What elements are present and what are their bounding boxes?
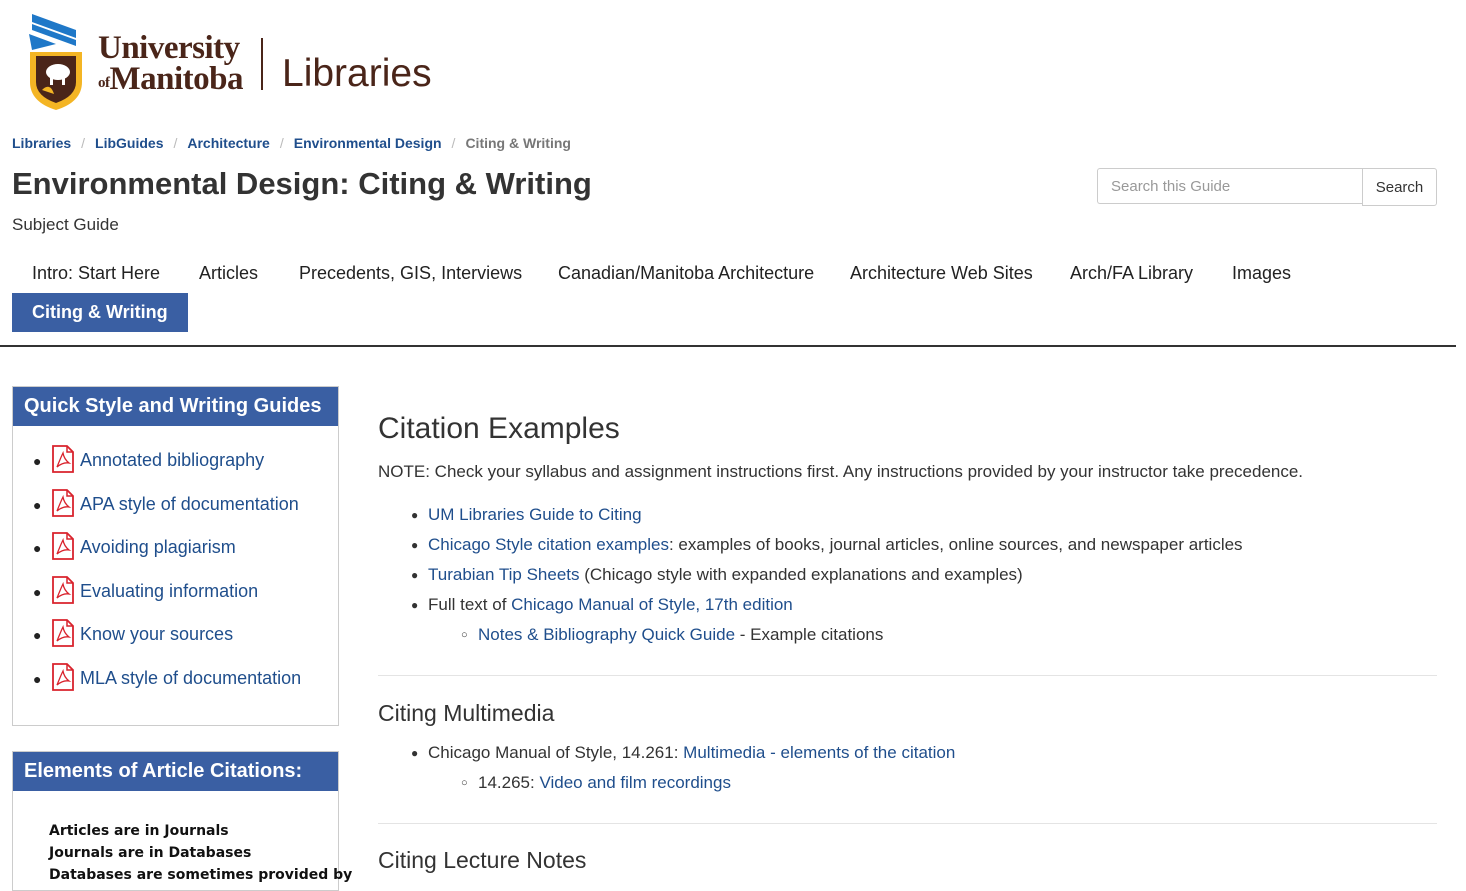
of-word: of <box>98 75 110 91</box>
notes-bibliography-guide-link[interactable]: Notes & Bibliography Quick Guide <box>478 625 735 644</box>
tab-articles[interactable]: Articles <box>179 253 278 294</box>
pdf-icon <box>52 489 74 517</box>
circle-bullet: ○ <box>461 777 468 789</box>
pdf-icon <box>52 532 74 560</box>
breadcrumb-libguides[interactable]: LibGuides <box>95 135 163 151</box>
tab-precedents-gis-interviews[interactable]: Precedents, GIS, Interviews <box>279 253 542 294</box>
section-number: 14.265: <box>478 773 540 792</box>
tab-architecture-web-sites[interactable]: Architecture Web Sites <box>830 253 1053 294</box>
apa-style-link[interactable]: APA style of documentation <box>80 494 299 515</box>
bullet: ● <box>411 568 419 582</box>
bullet: ● <box>411 508 419 522</box>
bison-shield-icon <box>29 14 82 110</box>
list-item: ● Turabian Tip Sheets (Chicago style wit… <box>411 565 1023 585</box>
list-item: ● Full text of Chicago Manual of Style, … <box>411 595 793 615</box>
list-item: ● Chicago Manual of Style, 14.261: Multi… <box>411 743 955 763</box>
bullet: ● <box>411 538 419 552</box>
turabian-tip-sheets-link[interactable]: Turabian Tip Sheets <box>428 565 580 584</box>
bullet: ● <box>33 497 42 513</box>
tab-arch-fa-library[interactable]: Arch/FA Library <box>1050 253 1213 294</box>
tab-canadian-manitoba-architecture[interactable]: Canadian/Manitoba Architecture <box>538 253 834 294</box>
list-item: ○ Notes & Bibliography Quick Guide - Exa… <box>461 625 884 645</box>
elements-of-article-citations-box: Elements of Article Citations: Articles … <box>12 751 352 891</box>
citation-element-line: Journals are in Databases <box>49 845 252 861</box>
list-item: ● UM Libraries Guide to Citing <box>411 505 642 525</box>
chicago-style-description: : examples of books, journal articles, o… <box>668 535 1243 554</box>
section-divider <box>378 675 1437 676</box>
example-citations-text: - Example citations <box>735 625 884 644</box>
libraries-wordmark: Libraries <box>282 52 432 95</box>
breadcrumb-architecture[interactable]: Architecture <box>187 135 269 151</box>
annotated-bibliography-link[interactable]: Annotated bibliography <box>80 450 264 471</box>
breadcrumb-separator: / <box>81 135 86 151</box>
tab-citing-writing[interactable]: Citing & Writing <box>12 293 188 332</box>
chicago-manual-ref: Chicago Manual of Style, 14.261: <box>428 743 684 762</box>
manitoba-word: ofManitoba <box>98 61 244 97</box>
search-button[interactable]: Search <box>1362 168 1437 206</box>
tab-intro-start-here[interactable]: Intro: Start Here <box>12 253 180 294</box>
mla-style-link[interactable]: MLA style of documentation <box>80 668 301 689</box>
link-dash: - <box>765 743 781 762</box>
university-wordmark: University ofManitoba <box>98 32 244 97</box>
breadcrumb-environmental-design[interactable]: Environmental Design <box>294 135 442 151</box>
citation-examples-heading: Citation Examples <box>378 412 620 445</box>
breadcrumb-libraries[interactable]: Libraries <box>12 135 71 151</box>
pdf-icon <box>52 619 74 647</box>
multimedia-link[interactable]: Multimedia <box>683 743 765 762</box>
list-item: ● Chicago Style citation examples: examp… <box>411 535 1243 555</box>
citation-element-line: Databases are sometimes provided by <box>49 867 353 883</box>
logo-divider <box>261 38 263 90</box>
breadcrumb-current: Citing & Writing <box>465 135 571 151</box>
avoiding-plagiarism-link[interactable]: Avoiding plagiarism <box>80 537 236 558</box>
bullet: ● <box>33 627 42 643</box>
search-input[interactable] <box>1097 168 1363 204</box>
citation-element-line: Articles are in Journals <box>49 823 229 839</box>
bullet: ● <box>33 540 42 556</box>
section-divider <box>378 823 1437 824</box>
evaluating-information-link[interactable]: Evaluating information <box>80 581 258 602</box>
page-subtitle: Subject Guide <box>12 215 119 234</box>
citing-lecture-notes-heading: Citing Lecture Notes <box>378 847 587 873</box>
um-libraries-logo[interactable]: University ofManitoba Libraries <box>24 10 444 110</box>
page-title: Environmental Design: Citing & Writing <box>12 166 592 201</box>
elements-of-article-citations-title: Elements of Article Citations: <box>13 752 338 791</box>
turabian-description: (Chicago style with expanded explanation… <box>579 565 1023 584</box>
quick-style-guides-title: Quick Style and Writing Guides <box>13 387 338 426</box>
citing-multimedia-heading: Citing Multimedia <box>378 700 555 726</box>
circle-bullet: ○ <box>461 629 468 641</box>
manitoba-text: Manitoba <box>109 61 244 97</box>
tab-images[interactable]: Images <box>1212 253 1311 294</box>
bullet: ● <box>411 746 419 760</box>
guide-search: Search <box>1097 168 1437 206</box>
breadcrumb-separator: / <box>451 135 456 151</box>
chicago-style-examples-link[interactable]: Chicago Style citation examples <box>428 535 669 554</box>
pdf-icon <box>52 663 74 691</box>
bullet: ● <box>33 584 42 600</box>
know-your-sources-link[interactable]: Know your sources <box>80 624 233 645</box>
bullet: ● <box>411 598 419 612</box>
breadcrumb-separator: / <box>173 135 178 151</box>
um-libraries-guide-link[interactable]: UM Libraries Guide to Citing <box>428 505 642 524</box>
citation-elements-text: Articles are in Journals Journals are in… <box>49 820 352 886</box>
pdf-icon <box>52 576 74 604</box>
breadcrumb-separator: / <box>279 135 284 151</box>
full-text-label: Full text of <box>428 595 512 614</box>
instructor-note: NOTE: Check your syllabus and assignment… <box>378 462 1304 481</box>
elements-of-citation-link[interactable]: elements of the citation <box>780 743 955 762</box>
breadcrumb: Libraries / LibGuides / Architecture / Environ… <box>12 135 571 151</box>
video-film-recordings-link[interactable]: Video and film recordings <box>539 773 731 792</box>
bullet: ● <box>33 453 42 469</box>
bullet: ● <box>33 671 42 687</box>
list-item: ○ 14.265: Video and film recordings <box>461 773 731 793</box>
quick-style-guides-box: Quick Style and Writing Guides ● Annotat… <box>12 386 339 726</box>
nav-divider <box>0 345 1456 347</box>
pdf-icon <box>52 445 74 473</box>
chicago-manual-link[interactable]: Chicago Manual of Style, 17th edition <box>511 595 793 614</box>
